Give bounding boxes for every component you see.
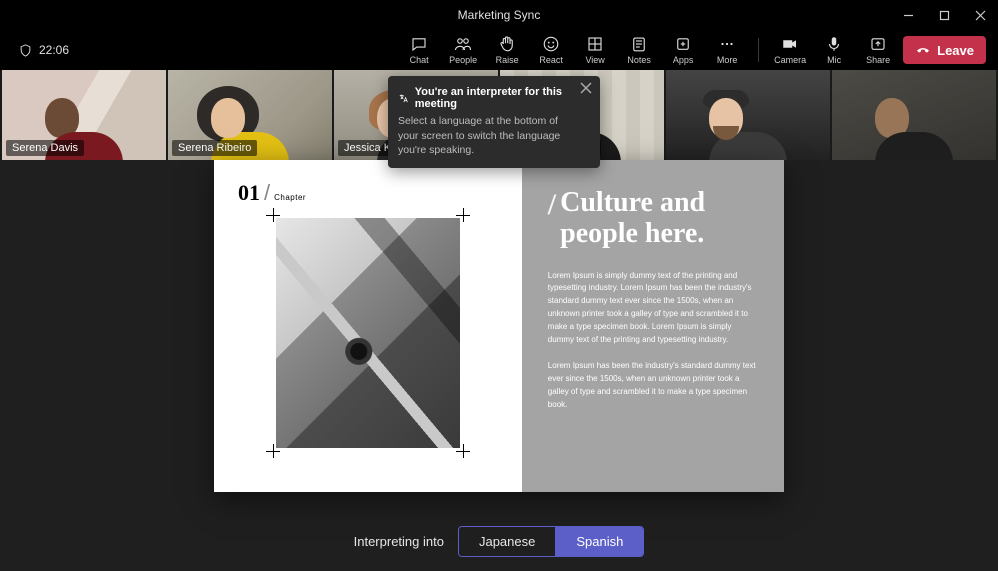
interpret-label: Interpreting into [354,534,444,549]
camera-label: Camera [774,55,806,65]
slide-title-text: Culture and people here. [560,188,758,250]
tooltip-body: Select a language at the bottom of your … [398,114,574,158]
meeting-timer: 22:06 [18,43,69,58]
notes-label: Notes [627,55,651,65]
apps-button[interactable]: Apps [664,35,702,65]
people-button[interactable]: People [444,35,482,65]
slide-body: Lorem Ipsum is simply dummy text of the … [548,270,758,412]
grid-icon [586,35,604,53]
more-label: More [717,55,738,65]
apps-icon [674,35,692,53]
participant-name: Serena Davis [6,140,84,156]
chapter-heading: 01 / Chapter [238,180,498,206]
participant-tile[interactable] [832,70,996,160]
shield-icon [18,43,33,58]
close-button[interactable] [962,0,998,30]
photo-image [276,218,460,448]
participant-name: Serena Ribeiro [172,140,257,156]
slide-left-page: 01 / Chapter [214,160,522,492]
minimize-button[interactable] [890,0,926,30]
raise-label: Raise [496,55,519,65]
shared-content: 01 / Chapter / Culture and people here. … [214,160,784,492]
camera-icon [781,35,799,53]
language-option-spanish[interactable]: Spanish [555,527,643,556]
title-bar: Marketing Sync [0,0,998,30]
notes-button[interactable]: Notes [620,35,658,65]
react-button[interactable]: React [532,35,570,65]
toolbar-divider [758,38,759,62]
interpret-bar: Interpreting into Japanese Spanish [0,526,998,557]
participant-strip: Serena Davis Serena Ribeiro Jessica Klin… [0,70,998,160]
mic-label: Mic [827,55,841,65]
people-icon [454,35,472,53]
share-label: Share [866,55,890,65]
view-label: View [585,55,604,65]
share-icon [869,35,887,53]
slide-title: / Culture and people here. [548,188,758,250]
mic-button[interactable]: Mic [815,35,853,65]
apps-label: Apps [673,55,694,65]
share-button[interactable]: Share [859,35,897,65]
maximize-button[interactable] [926,0,962,30]
tooltip-close-button[interactable] [580,82,594,96]
participant-tile[interactable] [666,70,830,160]
leave-button[interactable]: Leave [903,36,986,64]
camera-button[interactable]: Camera [771,35,809,65]
timer-text: 22:06 [39,43,69,57]
raise-hand-button[interactable]: Raise [488,35,526,65]
meeting-toolbar: 22:06 Chat People Raise React View Notes… [0,30,998,70]
language-segmented-control: Japanese Spanish [458,526,644,557]
translate-icon [398,92,409,105]
chat-label: Chat [410,55,429,65]
mic-icon [825,35,843,53]
chapter-slash: / [264,180,270,206]
participant-tile[interactable]: Serena Davis [2,70,166,160]
chat-button[interactable]: Chat [400,35,438,65]
leave-label: Leave [937,43,974,58]
view-button[interactable]: View [576,35,614,65]
slide-paragraph: Lorem Ipsum has been the industry's stan… [548,360,758,411]
title-slash-icon: / [548,188,556,250]
participant-tile[interactable]: Serena Ribeiro [168,70,332,160]
window-title: Marketing Sync [458,8,541,22]
chapter-number: 01 [238,180,260,206]
tooltip-title: You're an interpreter for this meeting [415,86,574,110]
close-icon [580,82,592,94]
more-icon [718,35,736,53]
notes-icon [630,35,648,53]
slide-paragraph: Lorem Ipsum is simply dummy text of the … [548,270,758,347]
react-label: React [539,55,563,65]
phone-down-icon [915,42,931,58]
chapter-label: Chapter [274,193,306,202]
people-label: People [449,55,477,65]
interpreter-tooltip: You're an interpreter for this meeting S… [388,76,600,168]
hand-icon [498,35,516,53]
slide-photo [276,218,460,448]
chat-icon [410,35,428,53]
more-button[interactable]: More [708,35,746,65]
language-option-japanese[interactable]: Japanese [459,527,555,556]
window-controls [890,0,998,30]
slide-right-page: / Culture and people here. Lorem Ipsum i… [522,160,784,492]
smile-icon [542,35,560,53]
